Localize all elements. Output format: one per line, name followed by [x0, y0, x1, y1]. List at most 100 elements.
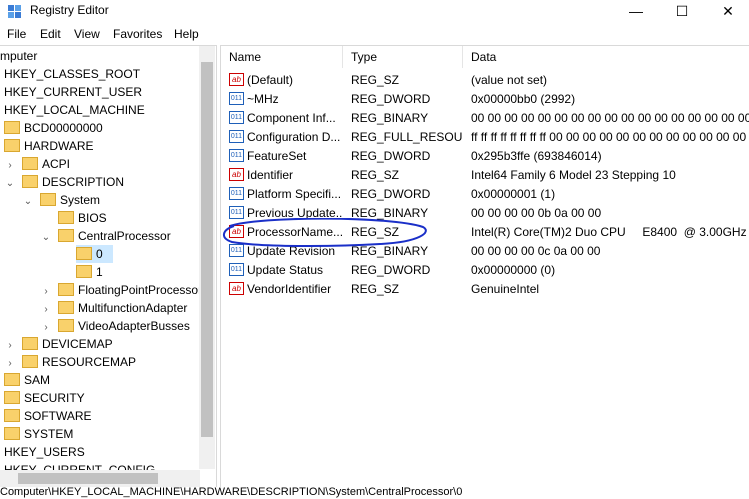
- window-title: Registry Editor: [30, 3, 109, 17]
- value-row[interactable]: ab Identifier REG_SZ Intel64 Family 6 Model…: [221, 166, 749, 185]
- column-header-data[interactable]: Data: [463, 46, 749, 68]
- tree-item-software[interactable]: SOFTWARE: [4, 407, 92, 425]
- tree-item-videoadapter[interactable]: › VideoAdapterBusses: [40, 317, 190, 335]
- binary-value-icon: 011: [229, 111, 244, 124]
- tree-vertical-scrollbar[interactable]: [199, 46, 215, 469]
- binary-value-icon: 011: [229, 130, 244, 143]
- value-type: REG_BINARY: [351, 244, 429, 258]
- value-name: Update Status: [247, 263, 324, 277]
- tree-item-centralprocessor[interactable]: ⌄ CentralProcessor: [40, 227, 171, 245]
- tree-item-security[interactable]: SECURITY: [4, 389, 85, 407]
- value-type: REG_FULL_RESOU...: [351, 130, 463, 144]
- tree-item-hardware[interactable]: HARDWARE: [4, 137, 94, 155]
- value-name: Previous Update...: [247, 206, 343, 220]
- value-type: REG_BINARY: [351, 206, 429, 220]
- tree-item-devicemap[interactable]: › DEVICEMAP: [4, 335, 113, 353]
- minimize-button[interactable]: —: [613, 0, 659, 22]
- value-data: 0x295b3ffe (693846014): [471, 149, 602, 163]
- value-row[interactable]: 011 Component Inf... REG_BINARY 00 00 00 00…: [221, 109, 749, 128]
- value-row[interactable]: 011 Previous Update... REG_BINARY 00 00 00 …: [221, 204, 749, 223]
- registry-editor-icon: [8, 5, 21, 18]
- value-row[interactable]: 011 ~MHz REG_DWORD 0x00000bb0 (2992): [221, 90, 749, 109]
- string-value-icon: ab: [229, 73, 244, 86]
- menu-help[interactable]: Help: [174, 27, 199, 41]
- tree-item-hkcu[interactable]: HKEY_CURRENT_USER: [4, 83, 142, 101]
- tree-item-label: mputer: [0, 49, 38, 63]
- tree-item-label: DEVICEMAP: [42, 337, 113, 351]
- tree-item-label: FloatingPointProcessor: [78, 283, 203, 297]
- menu-edit[interactable]: Edit: [40, 27, 61, 41]
- tree-horizontal-scrollbar[interactable]: [0, 470, 200, 487]
- tree-item-multifunction[interactable]: › MultifunctionAdapter: [40, 299, 187, 317]
- menu-bar: File Edit View Favorites Help: [0, 25, 749, 45]
- tree-item-cpu-0[interactable]: 0: [76, 245, 113, 263]
- menu-view[interactable]: View: [74, 27, 100, 41]
- column-header-name[interactable]: Name: [221, 46, 343, 68]
- menu-file[interactable]: File: [7, 27, 26, 41]
- tree-item-bios[interactable]: BIOS: [58, 209, 107, 227]
- tree-item-system[interactable]: ⌄ System: [22, 191, 100, 209]
- tree-item-label: DESCRIPTION: [42, 175, 125, 189]
- menu-favorites[interactable]: Favorites: [113, 27, 162, 41]
- scrollbar-thumb[interactable]: [201, 62, 213, 437]
- value-row[interactable]: ab ProcessorName... REG_SZ Intel(R) Core(TM…: [221, 223, 749, 242]
- close-button[interactable]: ✕: [705, 0, 749, 22]
- chevron-down-icon[interactable]: ⌄: [22, 193, 34, 211]
- tree-item-fpp[interactable]: › FloatingPointProcessor: [40, 281, 202, 299]
- tree-item-label: HARDWARE: [24, 139, 94, 153]
- tree-item-label: SAM: [24, 373, 51, 387]
- binary-value-icon: 011: [229, 263, 244, 276]
- folder-icon: [76, 247, 92, 260]
- value-row[interactable]: 011 FeatureSet REG_DWORD 0x295b3ffe (693846…: [221, 147, 749, 166]
- value-row[interactable]: 011 Platform Specifi... REG_DWORD 0x0000000…: [221, 185, 749, 204]
- folder-icon: [58, 319, 74, 332]
- value-type: REG_SZ: [351, 73, 400, 87]
- status-bar: Computer\HKEY_LOCAL_MACHINE\HARDWARE\DES…: [0, 486, 463, 498]
- value-row[interactable]: ab (Default) REG_SZ (value not set): [221, 71, 749, 90]
- folder-icon: [58, 211, 74, 224]
- tree-item-hkcr[interactable]: HKEY_CLASSES_ROOT: [4, 65, 140, 83]
- chevron-down-icon[interactable]: ⌄: [4, 175, 16, 193]
- value-row[interactable]: 011 Update Status REG_DWORD 0x00000000 (0): [221, 261, 749, 280]
- folder-icon: [4, 139, 20, 152]
- value-name: ProcessorName...: [247, 225, 343, 239]
- chevron-down-icon[interactable]: ⌄: [40, 229, 52, 247]
- tree-item-sam[interactable]: SAM: [4, 371, 50, 389]
- tree-item-system-hive[interactable]: SYSTEM: [4, 425, 73, 443]
- tree-item-label: RESOURCEMAP: [42, 355, 137, 369]
- tree-item-label: HKEY_CLASSES_ROOT: [4, 67, 141, 81]
- column-header-type[interactable]: Type: [343, 46, 463, 68]
- value-row[interactable]: ab VendorIdentifier REG_SZ GenuineIntel: [221, 280, 749, 299]
- value-row[interactable]: 011 Update Revision REG_BINARY 00 00 00 00 …: [221, 242, 749, 261]
- tree-item-acpi[interactable]: › ACPI: [4, 155, 70, 173]
- tree-item-bcd[interactable]: BCD00000000: [4, 119, 103, 137]
- tree-item-label: HKEY_LOCAL_MACHINE: [4, 103, 145, 117]
- tree-item-label: CentralProcessor: [78, 229, 171, 243]
- tree-item-label: SYSTEM: [24, 427, 74, 441]
- value-data: (value not set): [471, 73, 548, 87]
- value-data: 00 00 00 00 00 00 00 00 00 00 00 00 00 0…: [471, 111, 749, 125]
- tree-item-label: 1: [96, 265, 103, 279]
- folder-icon: [22, 157, 38, 170]
- value-row[interactable]: 011 Configuration D... REG_FULL_RESOU... ff…: [221, 128, 749, 147]
- value-type: REG_DWORD: [351, 263, 431, 277]
- tree-item-cpu-1[interactable]: 1: [76, 263, 103, 281]
- value-data: 00 00 00 00 0b 0a 00 00: [471, 206, 602, 220]
- tree-item-label: VideoAdapterBusses: [78, 319, 190, 333]
- tree-item-label: ACPI: [42, 157, 71, 171]
- value-name: FeatureSet: [247, 149, 307, 163]
- tree-item-hklm[interactable]: HKEY_LOCAL_MACHINE: [4, 101, 145, 119]
- value-type: REG_SZ: [351, 282, 400, 296]
- folder-icon: [76, 265, 92, 278]
- binary-value-icon: 011: [229, 206, 244, 219]
- value-type: REG_DWORD: [351, 187, 431, 201]
- folder-icon: [4, 427, 20, 440]
- value-data: Intel64 Family 6 Model 23 Stepping 10: [471, 168, 676, 182]
- scrollbar-thumb[interactable]: [18, 473, 158, 484]
- tree-item-hku[interactable]: HKEY_USERS: [4, 443, 85, 461]
- maximize-button[interactable]: ☐: [659, 0, 705, 22]
- folder-icon: [22, 175, 38, 188]
- tree-item-description[interactable]: ⌄ DESCRIPTION: [4, 173, 124, 191]
- tree-item-computer[interactable]: mputer: [0, 47, 37, 65]
- tree-item-resourcemap[interactable]: › RESOURCEMAP: [4, 353, 136, 371]
